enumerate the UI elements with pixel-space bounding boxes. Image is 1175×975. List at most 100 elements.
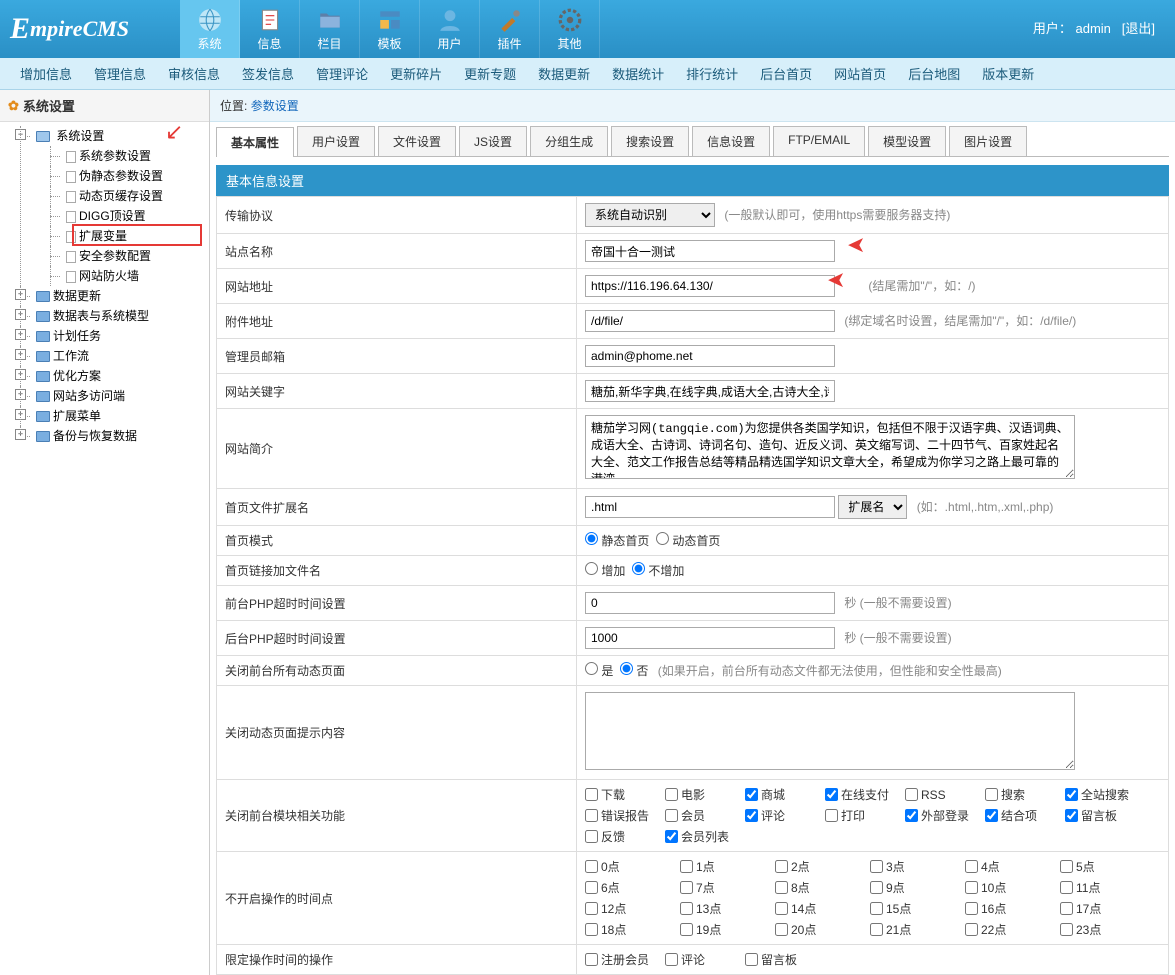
timepoint-checkbox[interactable]: 23点 xyxy=(1060,921,1155,938)
topnav-column[interactable]: 栏目 xyxy=(300,0,360,58)
timepoint-checkbox[interactable]: 10点 xyxy=(965,879,1060,896)
user-name-link[interactable]: admin xyxy=(1075,21,1110,36)
keywords-input[interactable] xyxy=(585,380,835,402)
sub-7[interactable]: 数据更新 xyxy=(538,64,590,83)
tab-ftp[interactable]: FTP/EMAIL xyxy=(773,126,865,156)
closemod-checkbox[interactable]: RSS xyxy=(905,786,985,803)
sub-4[interactable]: 管理评论 xyxy=(316,64,368,83)
limitop-checkbox[interactable]: 注册会员 xyxy=(585,951,665,968)
topnav-info[interactable]: 信息 xyxy=(240,0,300,58)
siteurl-input[interactable] xyxy=(585,275,835,297)
expand-icon[interactable]: + xyxy=(15,409,26,420)
topnav-template[interactable]: 模板 xyxy=(360,0,420,58)
closemod-checkbox[interactable]: 留言板 xyxy=(1065,807,1145,824)
addindex-yes[interactable]: 增加 xyxy=(585,564,625,578)
fronttimeout-input[interactable] xyxy=(585,592,835,614)
timepoint-checkbox[interactable]: 2点 xyxy=(775,858,870,875)
closemod-checkbox[interactable]: 打印 xyxy=(825,807,905,824)
timepoint-checkbox[interactable]: 1点 xyxy=(680,858,775,875)
topnav-system[interactable]: 系统 xyxy=(180,0,240,58)
tree-item[interactable]: +工作流 xyxy=(20,346,205,366)
expand-icon[interactable]: + xyxy=(15,429,26,440)
tree-item[interactable]: +计划任务 xyxy=(20,326,205,346)
sub-11[interactable]: 网站首页 xyxy=(834,64,886,83)
timepoint-checkbox[interactable]: 22点 xyxy=(965,921,1060,938)
sub-9[interactable]: 排行统计 xyxy=(686,64,738,83)
closefront-no[interactable]: 否 xyxy=(620,664,648,678)
indexmode-static[interactable]: 静态首页 xyxy=(585,534,649,548)
sub-3[interactable]: 签发信息 xyxy=(242,64,294,83)
closemod-checkbox[interactable]: 结合项 xyxy=(985,807,1065,824)
topnav-other[interactable]: 其他 xyxy=(540,0,600,58)
tree-item[interactable]: 安全参数配置 xyxy=(50,246,205,266)
timepoint-checkbox[interactable]: 13点 xyxy=(680,900,775,917)
tab-model[interactable]: 模型设置 xyxy=(868,126,946,156)
closetip-textarea[interactable] xyxy=(585,692,1075,770)
tree-item[interactable]: +数据更新 xyxy=(20,286,205,306)
sitename-input[interactable] xyxy=(585,240,835,262)
timepoint-checkbox[interactable]: 21点 xyxy=(870,921,965,938)
closemod-checkbox[interactable]: 会员列表 xyxy=(665,828,745,845)
tree-item[interactable]: DIGG顶设置 xyxy=(50,206,205,226)
expand-icon[interactable]: + xyxy=(15,289,26,300)
backtimeout-input[interactable] xyxy=(585,627,835,649)
limitop-checkbox[interactable]: 留言板 xyxy=(745,951,825,968)
timepoint-checkbox[interactable]: 3点 xyxy=(870,858,965,875)
sub-2[interactable]: 审核信息 xyxy=(168,64,220,83)
tree-item[interactable]: 系统参数设置 xyxy=(50,146,205,166)
tree-system-settings[interactable]: − 系统设置 ↙ 系统参数设置 伪静态参数设置 动态页缓存设置 DIGG顶设置 … xyxy=(20,126,205,286)
tab-pic[interactable]: 图片设置 xyxy=(949,126,1027,156)
timepoint-checkbox[interactable]: 12点 xyxy=(585,900,680,917)
topnav-plugin[interactable]: 插件 xyxy=(480,0,540,58)
expand-icon[interactable]: + xyxy=(15,369,26,380)
tab-info[interactable]: 信息设置 xyxy=(692,126,770,156)
timepoint-checkbox[interactable]: 5点 xyxy=(1060,858,1155,875)
timepoint-checkbox[interactable]: 4点 xyxy=(965,858,1060,875)
expand-icon[interactable]: + xyxy=(15,389,26,400)
tree-item[interactable]: +网站多访问端 xyxy=(20,386,205,406)
tab-file[interactable]: 文件设置 xyxy=(378,126,456,156)
sub-1[interactable]: 管理信息 xyxy=(94,64,146,83)
sub-8[interactable]: 数据统计 xyxy=(612,64,664,83)
protocol-select[interactable]: 系统自动识别 xyxy=(585,203,715,227)
closemod-checkbox[interactable]: 反馈 xyxy=(585,828,665,845)
sub-12[interactable]: 后台地图 xyxy=(908,64,960,83)
closemod-checkbox[interactable]: 在线支付 xyxy=(825,786,905,803)
tab-group[interactable]: 分组生成 xyxy=(530,126,608,156)
closemod-checkbox[interactable]: 全站搜索 xyxy=(1065,786,1145,803)
breadcrumb-link[interactable]: 参数设置 xyxy=(251,99,299,113)
timepoint-checkbox[interactable]: 14点 xyxy=(775,900,870,917)
closemod-checkbox[interactable]: 会员 xyxy=(665,807,745,824)
timepoint-checkbox[interactable]: 15点 xyxy=(870,900,965,917)
tab-basic[interactable]: 基本属性 xyxy=(216,127,294,157)
expand-icon[interactable]: + xyxy=(15,309,26,320)
timepoint-checkbox[interactable]: 19点 xyxy=(680,921,775,938)
sub-6[interactable]: 更新专题 xyxy=(464,64,516,83)
closemod-checkbox[interactable]: 搜索 xyxy=(985,786,1065,803)
expand-icon[interactable]: + xyxy=(15,349,26,360)
timepoint-checkbox[interactable]: 6点 xyxy=(585,879,680,896)
tree-item[interactable]: 伪静态参数设置 xyxy=(50,166,205,186)
timepoint-checkbox[interactable]: 8点 xyxy=(775,879,870,896)
sub-13[interactable]: 版本更新 xyxy=(982,64,1034,83)
closemod-checkbox[interactable]: 下载 xyxy=(585,786,665,803)
indexext-select[interactable]: 扩展名 xyxy=(838,495,907,519)
closemod-checkbox[interactable]: 电影 xyxy=(665,786,745,803)
tree-item[interactable]: +备份与恢复数据 xyxy=(20,426,205,446)
timepoint-checkbox[interactable]: 9点 xyxy=(870,879,965,896)
tree-item[interactable]: +扩展菜单 xyxy=(20,406,205,426)
tree-item[interactable]: 动态页缓存设置 xyxy=(50,186,205,206)
tab-search[interactable]: 搜索设置 xyxy=(611,126,689,156)
timepoint-checkbox[interactable]: 0点 xyxy=(585,858,680,875)
tab-user[interactable]: 用户设置 xyxy=(297,126,375,156)
timepoint-checkbox[interactable]: 18点 xyxy=(585,921,680,938)
sub-10[interactable]: 后台首页 xyxy=(760,64,812,83)
attachurl-input[interactable] xyxy=(585,310,835,332)
tree-item-extend-var[interactable]: 扩展变量 xyxy=(50,226,205,246)
topnav-user[interactable]: 用户 xyxy=(420,0,480,58)
indexmode-dynamic[interactable]: 动态首页 xyxy=(656,534,720,548)
tree-item[interactable]: 网站防火墙 xyxy=(50,266,205,286)
timepoint-checkbox[interactable]: 11点 xyxy=(1060,879,1155,896)
adminemail-input[interactable] xyxy=(585,345,835,367)
sub-5[interactable]: 更新碎片 xyxy=(390,64,442,83)
